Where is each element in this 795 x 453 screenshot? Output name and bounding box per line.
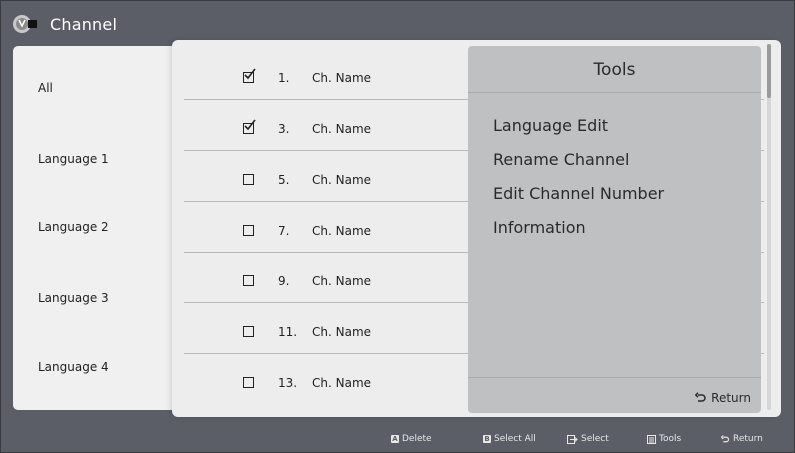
tools-divider <box>468 377 761 378</box>
hint-tools: Tools <box>647 434 681 444</box>
checkbox-unchecked[interactable] <box>243 326 254 337</box>
checkmark-icon <box>244 119 256 131</box>
header: Channel <box>12 10 117 38</box>
tools-divider <box>468 92 761 93</box>
channel-name: Ch. Name <box>312 122 372 136</box>
hint-label: Delete <box>402 434 432 444</box>
tools-icon <box>647 434 656 444</box>
tools-title: Tools <box>593 60 636 80</box>
category-item-language-2[interactable]: Language 2 <box>38 220 109 234</box>
checkbox-unchecked[interactable] <box>243 174 254 185</box>
hint-select: Select <box>567 434 609 444</box>
category-item-language-4[interactable]: Language 4 <box>38 360 109 374</box>
channel-name: Ch. Name <box>312 376 372 390</box>
channel-name: Ch. Name <box>312 325 372 339</box>
return-icon <box>695 392 706 402</box>
channel-number: 1. <box>278 71 290 85</box>
tools-return-label: Return <box>711 391 751 405</box>
channel-number: 13. <box>278 376 298 390</box>
tools-item-information[interactable]: Information <box>493 218 586 237</box>
category-item-language-1[interactable]: Language 1 <box>38 152 109 166</box>
channel-number: 11. <box>278 325 298 339</box>
hint-delete: A Delete <box>391 434 432 444</box>
tools-popup: Tools Language Edit Rename Channel Edit … <box>468 46 761 413</box>
hint-label: Return <box>733 434 763 444</box>
channel-number: 5. <box>278 173 290 187</box>
tools-item-language-edit[interactable]: Language Edit <box>493 116 608 135</box>
tv-channel-icon <box>12 12 37 36</box>
enter-icon <box>567 434 578 444</box>
channel-name: Ch. Name <box>312 173 372 187</box>
checkbox-checked[interactable] <box>243 68 256 83</box>
scrollbar-thumb[interactable] <box>767 44 771 98</box>
channel-name: Ch. Name <box>312 71 372 85</box>
checkbox-unchecked[interactable] <box>243 275 254 286</box>
tools-item-rename-channel[interactable]: Rename Channel <box>493 150 629 169</box>
checkbox-checked[interactable] <box>243 119 256 134</box>
channel-number: 3. <box>278 122 290 136</box>
hint-label: Tools <box>659 434 682 444</box>
page-title: Channel <box>50 14 118 34</box>
channel-name: Ch. Name <box>312 274 372 288</box>
category-item-language-3[interactable]: Language 3 <box>38 291 109 305</box>
hint-return: Return <box>721 434 763 444</box>
key-b-icon: B <box>483 435 491 443</box>
checkbox-unchecked[interactable] <box>243 225 254 236</box>
channel-number: 7. <box>278 224 290 238</box>
channel-number: 9. <box>278 274 290 288</box>
tools-item-edit-channel-number[interactable]: Edit Channel Number <box>493 184 664 203</box>
hint-label: Select <box>581 434 609 444</box>
hint-label: Select All <box>494 434 536 444</box>
hint-select-all: B Select All <box>483 434 536 444</box>
scrollbar[interactable] <box>767 44 771 410</box>
key-a-icon: A <box>391 435 399 443</box>
checkmark-icon <box>244 68 256 80</box>
return-icon <box>721 434 730 442</box>
channel-name: Ch. Name <box>312 224 372 238</box>
tools-return-button[interactable]: Return <box>695 391 751 405</box>
category-panel: All Language 1 Language 2 Language 3 Lan… <box>13 46 183 410</box>
category-item-all[interactable]: All <box>38 81 53 95</box>
checkbox-unchecked[interactable] <box>243 377 254 388</box>
